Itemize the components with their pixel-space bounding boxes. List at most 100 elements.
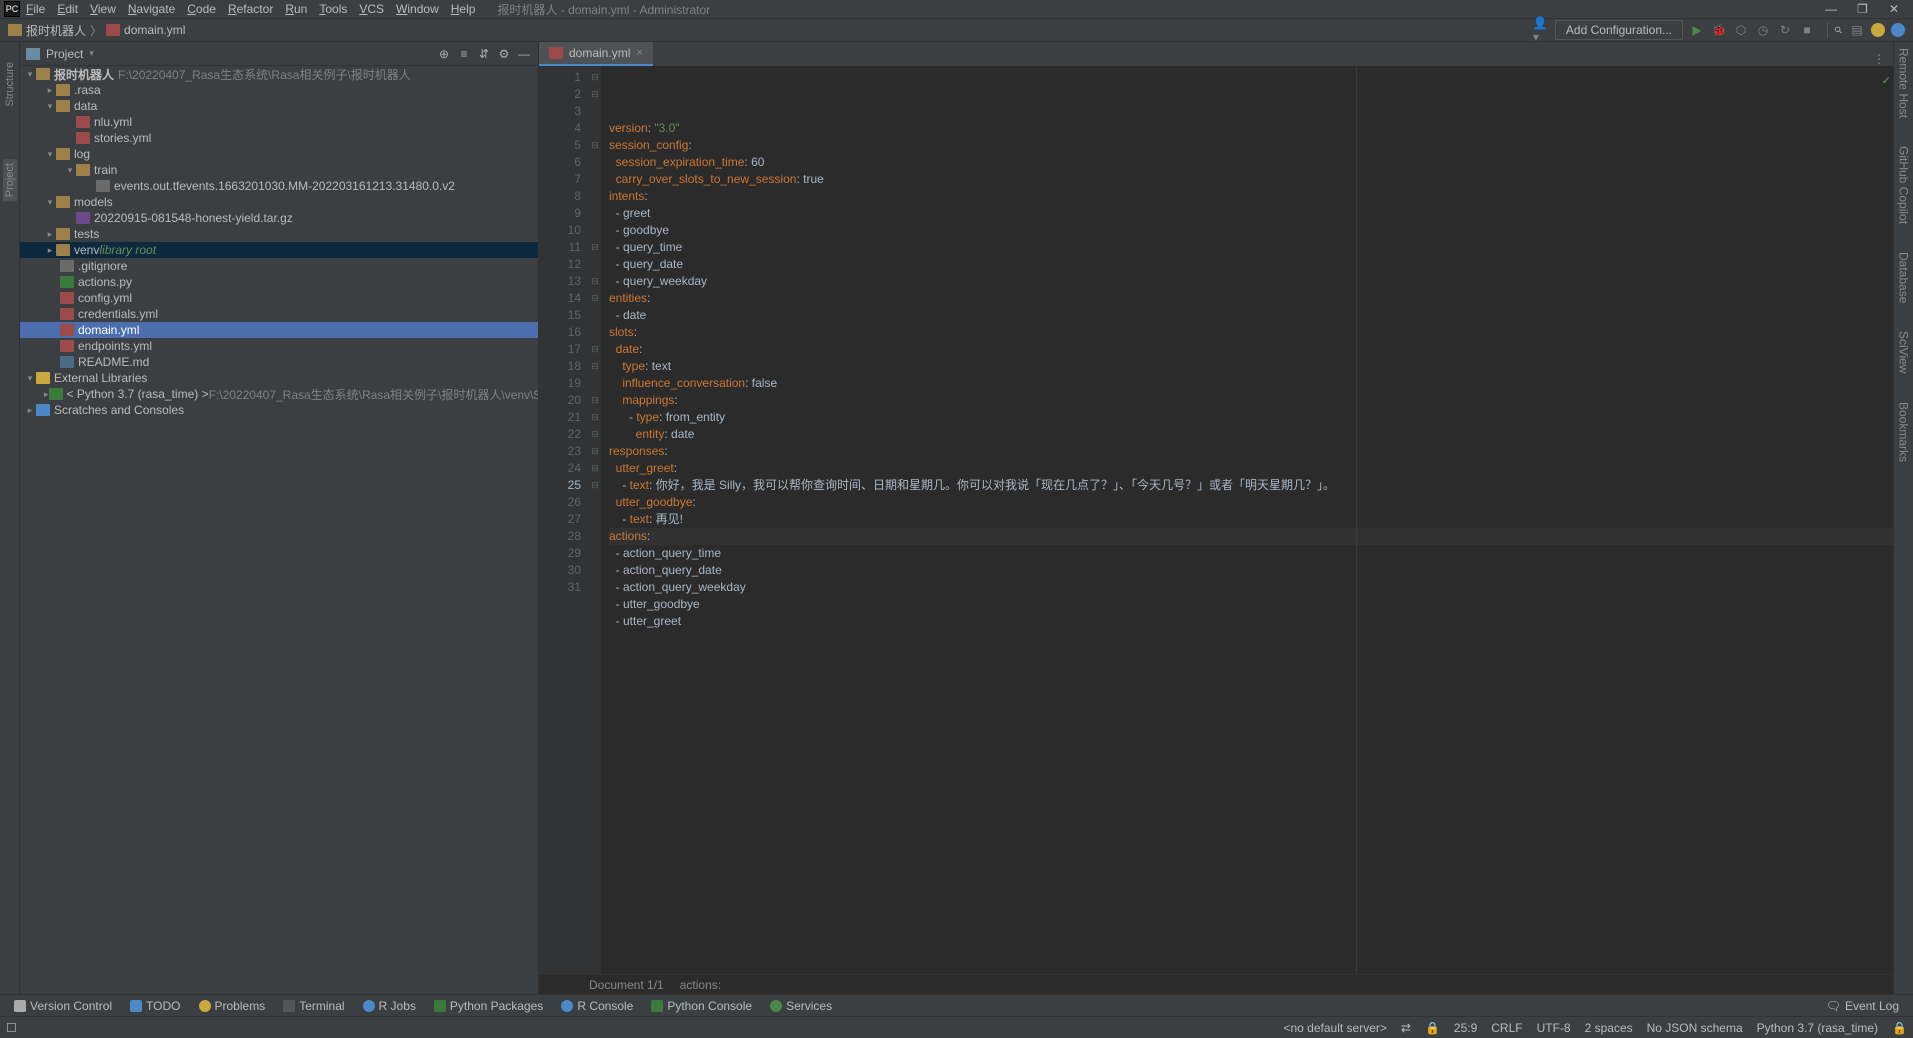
profile-icon[interactable]: ◷ (1755, 22, 1771, 38)
locate-icon[interactable]: ⊕ (436, 46, 452, 62)
bottom-tab-todo[interactable]: TODO (122, 997, 188, 1015)
tree-item[interactable]: venv library root (20, 242, 538, 258)
tree-arrow-icon[interactable] (44, 101, 56, 112)
tree-item[interactable]: credentials.yml (20, 306, 538, 322)
bottom-tab-problems[interactable]: Problems (191, 997, 274, 1015)
status-eol[interactable]: CRLF (1491, 1021, 1522, 1035)
tree-item[interactable]: log (20, 146, 538, 162)
project-dropdown[interactable]: Project (46, 47, 83, 61)
tree-item[interactable]: train (20, 162, 538, 178)
sidebar-tab-structure[interactable]: Structure (4, 62, 16, 107)
stop-icon[interactable]: ■ (1799, 22, 1815, 38)
sidebar-tab-sciview[interactable]: SciView (1896, 327, 1912, 377)
menu-refactor[interactable]: Refactor (222, 0, 279, 18)
tree-item[interactable]: < Python 3.7 (rasa_time) > F:\20220407_R… (20, 386, 538, 402)
status-encoding[interactable]: UTF-8 (1537, 1021, 1571, 1035)
status-padlock-icon[interactable]: 🔒 (1892, 1021, 1907, 1035)
tree-item[interactable]: 20220915-081548-honest-yield.tar.gz (20, 210, 538, 226)
status-schema[interactable]: No JSON schema (1647, 1021, 1743, 1035)
collapse-all-icon[interactable]: ⇵ (476, 46, 492, 62)
menu-code[interactable]: Code (181, 0, 222, 18)
tree-item[interactable]: tests (20, 226, 538, 242)
editor-tab[interactable]: domain.yml × (539, 42, 653, 66)
tree-arrow-icon[interactable] (44, 85, 56, 96)
editor-body[interactable]: 1234567891011121314151617181920212223242… (539, 66, 1893, 974)
menu-edit[interactable]: Edit (51, 0, 84, 18)
tree-item[interactable]: events.out.tfevents.1663201030.MM-202203… (20, 178, 538, 194)
bottom-tab-terminal[interactable]: Terminal (275, 997, 352, 1015)
search-icon[interactable] (1827, 22, 1843, 38)
code-path[interactable]: actions: (680, 978, 721, 992)
maximize-button[interactable]: ❐ (1857, 2, 1869, 16)
menu-file[interactable]: File (20, 0, 51, 18)
tree-item[interactable]: models (20, 194, 538, 210)
sidebar-tab-copilot[interactable]: GitHub Copilot (1896, 142, 1912, 228)
expand-all-icon[interactable]: ≡ (456, 46, 472, 62)
settings-icon[interactable]: ▤ (1849, 22, 1865, 38)
check-icon[interactable]: ✓ (1882, 75, 1891, 87)
connection-icon[interactable]: ⇄ (1401, 1021, 1411, 1035)
tree-arrow-icon[interactable] (24, 373, 36, 384)
status-position[interactable]: 25:9 (1454, 1021, 1477, 1035)
sidebar-tab-bookmarks[interactable]: Bookmarks (1896, 398, 1912, 466)
rerun-icon[interactable]: ↻ (1777, 22, 1793, 38)
menu-window[interactable]: Window (390, 0, 445, 18)
status-server[interactable]: <no default server> (1283, 1021, 1386, 1035)
menu-help[interactable]: Help (445, 0, 482, 18)
lock-icon[interactable]: 🔒 (1425, 1021, 1440, 1035)
debug-icon[interactable]: 🐞 (1711, 22, 1727, 38)
menu-view[interactable]: View (84, 0, 122, 18)
account-avatar-icon[interactable] (1891, 23, 1905, 37)
tree-item[interactable]: endpoints.yml (20, 338, 538, 354)
panel-settings-icon[interactable]: ⚙ (496, 46, 512, 62)
tree-root[interactable]: 报时机器人 F:\20220407_Rasa生态系统\Rasa相关例子\报时机器… (20, 66, 538, 82)
bottom-tab-python-packages[interactable]: Python Packages (426, 997, 551, 1015)
tree-arrow-icon[interactable] (64, 165, 76, 176)
tree-arrow-icon[interactable] (44, 197, 56, 208)
tree-arrow-icon[interactable] (44, 229, 56, 240)
bottom-tab-version-control[interactable]: Version Control (6, 997, 120, 1015)
notification-badge-icon[interactable] (1871, 23, 1885, 37)
menu-navigate[interactable]: Navigate (122, 0, 181, 18)
tree-arrow-icon[interactable] (44, 245, 56, 256)
coverage-icon[interactable]: ⬡ (1733, 22, 1749, 38)
bottom-tab-python-console[interactable]: Python Console (643, 997, 760, 1015)
tree-item[interactable]: Scratches and Consoles (20, 402, 538, 418)
sidebar-tab-remote-host[interactable]: Remote Host (1896, 44, 1912, 122)
tree-arrow-icon[interactable] (24, 405, 36, 416)
hide-panel-icon[interactable]: — (516, 46, 532, 62)
run-icon[interactable]: ▶ (1689, 22, 1705, 38)
close-tab-icon[interactable]: × (636, 47, 642, 59)
close-button[interactable]: ✕ (1889, 2, 1901, 16)
tree-arrow-icon[interactable] (44, 389, 49, 400)
tree-item[interactable]: stories.yml (20, 130, 538, 146)
nav-breadcrumb[interactable]: 报时机器人 〉 domain.yml (8, 22, 185, 39)
code-area[interactable]: version: "3.0"session_config: session_ex… (601, 66, 1893, 974)
user-switch-icon[interactable]: 👤▾ (1533, 22, 1549, 38)
add-config-button[interactable]: Add Configuration... (1555, 20, 1683, 40)
menu-tools[interactable]: Tools (313, 0, 353, 18)
bottom-tab-services[interactable]: Services (762, 997, 840, 1015)
tree-item[interactable]: .gitignore (20, 258, 538, 274)
bottom-tab-r-jobs[interactable]: R Jobs (355, 997, 424, 1015)
status-indent[interactable]: 2 spaces (1585, 1021, 1633, 1035)
menu-vcs[interactable]: VCS (353, 0, 390, 18)
fold-gutter[interactable]: ⊟⊟⊟⊟⊟⊟⊟⊟⊟⊟⊟⊟⊟⊟ (589, 66, 601, 974)
tree-item[interactable]: config.yml (20, 290, 538, 306)
tree-item[interactable]: nlu.yml (20, 114, 538, 130)
tree-item[interactable]: data (20, 98, 538, 114)
status-sdk[interactable]: Python 3.7 (rasa_time) (1757, 1021, 1878, 1035)
event-log-button[interactable]: 🗨Event Log (1818, 997, 1907, 1015)
minimize-button[interactable]: — (1825, 2, 1837, 16)
menu-run[interactable]: Run (279, 0, 313, 18)
status-message-icon[interactable]: ☐ (6, 1021, 20, 1035)
tree-item-active[interactable]: domain.yml (20, 322, 538, 338)
tree-item[interactable]: External Libraries (20, 370, 538, 386)
tree-arrow-icon[interactable] (24, 69, 36, 80)
sidebar-tab-database[interactable]: Database (1896, 248, 1912, 307)
tab-options-icon[interactable]: ⋮ (1873, 52, 1893, 66)
tree-arrow-icon[interactable] (44, 149, 56, 160)
project-tree[interactable]: 报时机器人 F:\20220407_Rasa生态系统\Rasa相关例子\报时机器… (20, 66, 538, 994)
tree-item[interactable]: .rasa (20, 82, 538, 98)
sidebar-tab-project[interactable]: Project (3, 159, 17, 201)
